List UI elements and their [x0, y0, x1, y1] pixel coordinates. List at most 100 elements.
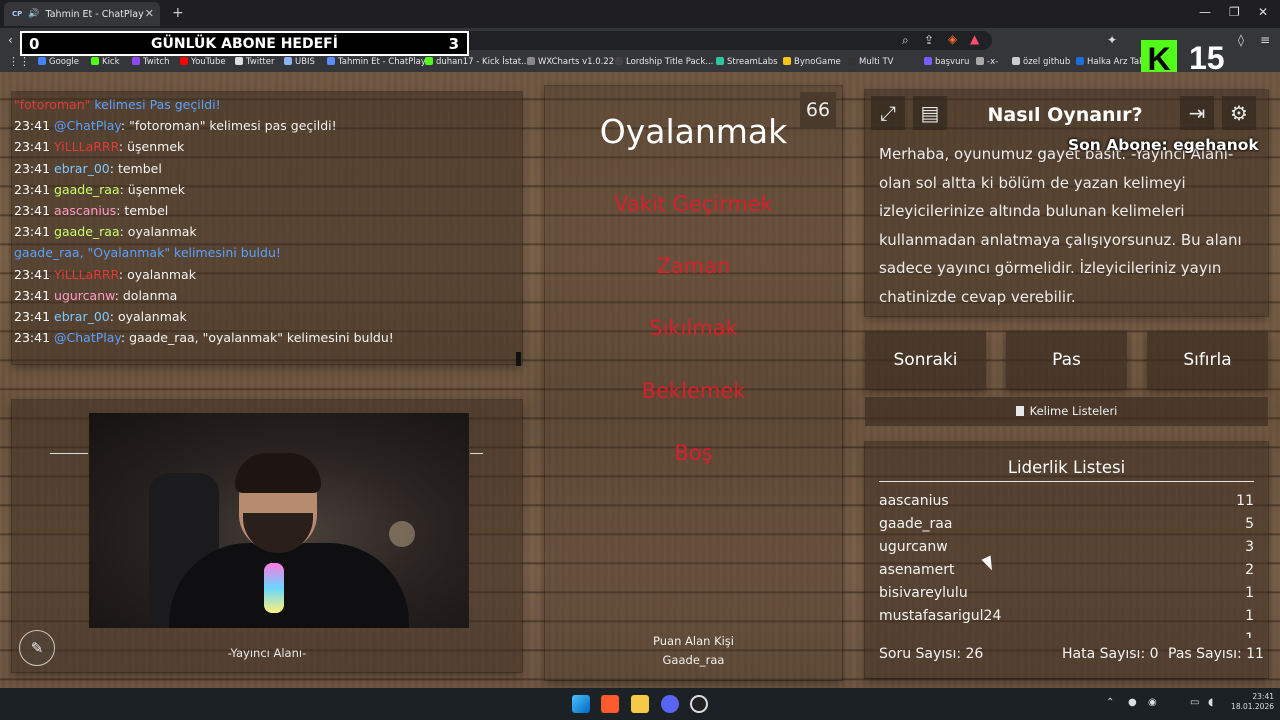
chat-username[interactable]: aascanius [54, 203, 116, 218]
chat-username[interactable]: YiLLLaRRR [54, 267, 119, 282]
bookmark-wxcharts[interactable]: WXCharts v1.0.22 [527, 57, 614, 67]
forbidden-word: Beklemek [641, 379, 746, 403]
chat-message: 23:41 YiLLLaRRR: üşenmek [14, 139, 184, 154]
word-lists-button[interactable]: Kelime Listeleri [865, 397, 1268, 426]
word-lists-label: Kelime Listeleri [1029, 404, 1118, 418]
bookmark-twitter[interactable]: Twitter [235, 57, 275, 67]
chat-text: : tembel [116, 203, 169, 218]
extensions-icon[interactable]: ✦ [1107, 33, 1117, 47]
chat-username[interactable]: ugurcanw [54, 288, 115, 303]
leaderboard-row: bisivareylulu 1 [879, 584, 1254, 607]
leaderboard-username: bisivareylulu [879, 585, 968, 601]
chat-message: gaade_raa, "Oyalanmak" kelimesini buldu! [14, 245, 281, 260]
leaderboard-title: Liderlik Listesi [1007, 458, 1126, 477]
search-icon[interactable]: ⌕ [902, 33, 909, 48]
leaderboard-score: 1 [1245, 585, 1254, 601]
file-explorer-icon[interactable] [631, 695, 649, 713]
chat-text: : oyalanmak [119, 224, 197, 240]
maximize-icon[interactable]: ❐ [1229, 5, 1240, 19]
bookmark-ubis[interactable]: UBIS [284, 57, 315, 67]
chat-username[interactable]: ebrar_00 [54, 309, 110, 324]
leaderboard-username: gaade_raa [879, 516, 953, 532]
bookmark-bynogame[interactable]: BynoGame [783, 57, 841, 67]
chat-text: : tembel [109, 160, 162, 176]
chat-timestamp: 23:41 [14, 287, 51, 303]
leaderboard-row: mustafasarigul24 1 [879, 607, 1254, 630]
chat-username[interactable]: gaade_raa [54, 224, 120, 239]
leaderboard-score: 5 [1245, 516, 1254, 532]
tray-app-icon[interactable]: ● [1128, 697, 1137, 708]
chat-timestamp: 23:41 [14, 203, 51, 218]
goal-target: 3 [448, 35, 459, 53]
chat-timestamp: 23:41 [14, 330, 51, 346]
exit-icon[interactable]: ⇥ [1180, 96, 1214, 130]
bookmark-streamlabs[interactable]: StreamLabs [716, 57, 778, 67]
chat-username[interactable]: gaade_raa [54, 182, 120, 197]
divider [879, 481, 1254, 482]
chat-username[interactable]: YiLLLaRRR [54, 139, 119, 154]
close-window-icon[interactable]: ✕ [1258, 5, 1268, 19]
bookmark-duhan17[interactable]: duhan17 - Kick İstat... [425, 57, 529, 67]
vpn-icon[interactable]: ◊ [1238, 33, 1244, 47]
brave-rewards-icon[interactable]: ▲ [970, 32, 979, 46]
clock-time: 23:41 [1252, 692, 1274, 701]
windows-start-icon[interactable] [572, 695, 590, 713]
leaderboard-score: 1 [1245, 608, 1254, 624]
volume-icon[interactable]: ◖ [1208, 697, 1213, 708]
browser-tab[interactable]: CP 🔊 Tahmin Et - ChatPlay ✕ [4, 2, 160, 26]
discord-icon[interactable] [661, 695, 679, 713]
reset-button[interactable]: Sıfırla [1147, 331, 1268, 389]
divider [470, 453, 483, 454]
leaderboard-username: mustafasarigul24 [879, 608, 1002, 624]
chat-username[interactable]: @ChatPlay [54, 118, 121, 133]
pass-button[interactable]: Pas [1006, 331, 1127, 389]
chat-message: 23:41 ebrar_00: oyalanmak [14, 309, 187, 324]
chat-username[interactable]: ebrar_00 [54, 161, 110, 176]
notes-icon[interactable]: ▤ [913, 96, 947, 130]
chat-username[interactable]: @ChatPlay [54, 330, 121, 345]
bookmark-multitv[interactable]: Multi TV [848, 57, 894, 67]
network-icon[interactable]: ▭ [1190, 697, 1199, 708]
steam-icon[interactable]: ◉ [1148, 697, 1157, 708]
share-icon[interactable]: ⇪ [924, 33, 934, 47]
leaderboard-list[interactable]: aascanius 11 gaade_raa 5 ugurcanw 3 asenamert 2… [879, 492, 1254, 638]
forbidden-word: Boş [674, 441, 713, 465]
brave-browser-icon[interactable] [601, 695, 619, 713]
fullscreen-icon[interactable]: ⤢ [871, 96, 905, 130]
lamp-shape [389, 521, 415, 547]
bookmark-lordship[interactable]: Lordship Title Pack... [615, 57, 713, 67]
chat-scrollbar[interactable] [516, 352, 521, 366]
leaderboard-username: ugurcanw [879, 539, 948, 555]
settings-gear-icon[interactable]: ⚙ [1222, 96, 1256, 130]
chat-message: 23:41 gaade_raa: oyalanmak [14, 224, 197, 239]
obs-icon[interactable] [690, 695, 708, 713]
chat-timestamp: 23:41 [14, 309, 51, 324]
bookmark-basvuru[interactable]: başvuru [924, 57, 969, 67]
taskbar-clock[interactable]: 23:41 18.01.2026 [1222, 692, 1274, 712]
back-icon[interactable]: ‹ [8, 33, 13, 47]
edit-icon[interactable]: ✎ [19, 630, 55, 666]
microphone-shape [264, 563, 284, 613]
chat-username[interactable]: gaade_raa, [14, 245, 88, 260]
leaderboard-row: asenamert 2 [879, 561, 1254, 584]
apps-grid-icon[interactable]: ⋮⋮ [8, 55, 30, 68]
new-tab-icon[interactable]: + [172, 5, 184, 21]
bookmark-chatplay[interactable]: Tahmin Et - ChatPlay [327, 57, 426, 67]
bookmark-google[interactable]: Google [38, 57, 79, 67]
tab-close-icon[interactable]: ✕ [145, 7, 154, 20]
brave-shield-icon[interactable]: ◈ [948, 32, 957, 46]
forbidden-word: Zaman [656, 254, 731, 278]
menu-icon[interactable]: ≡ [1260, 33, 1270, 47]
next-button[interactable]: Sonraki [865, 331, 986, 389]
bookmark-ozel-github[interactable]: özel github [1012, 57, 1070, 67]
tray-chevron-icon[interactable]: ⌃ [1106, 697, 1114, 708]
leaderboard-score: 2 [1245, 562, 1254, 578]
bookmark-x[interactable]: -x- [976, 57, 998, 67]
leaderboard-row: ugurcanw 3 [879, 538, 1254, 561]
chat-username[interactable]: "fotoroman" [14, 97, 90, 112]
bookmark-youtube[interactable]: YouTube [180, 57, 226, 67]
bookmark-kick[interactable]: Kick [91, 57, 120, 67]
minimize-icon[interactable]: — [1199, 5, 1211, 19]
bookmark-twitch[interactable]: Twitch [132, 57, 170, 67]
chat-timestamp: 23:41 [14, 160, 51, 176]
